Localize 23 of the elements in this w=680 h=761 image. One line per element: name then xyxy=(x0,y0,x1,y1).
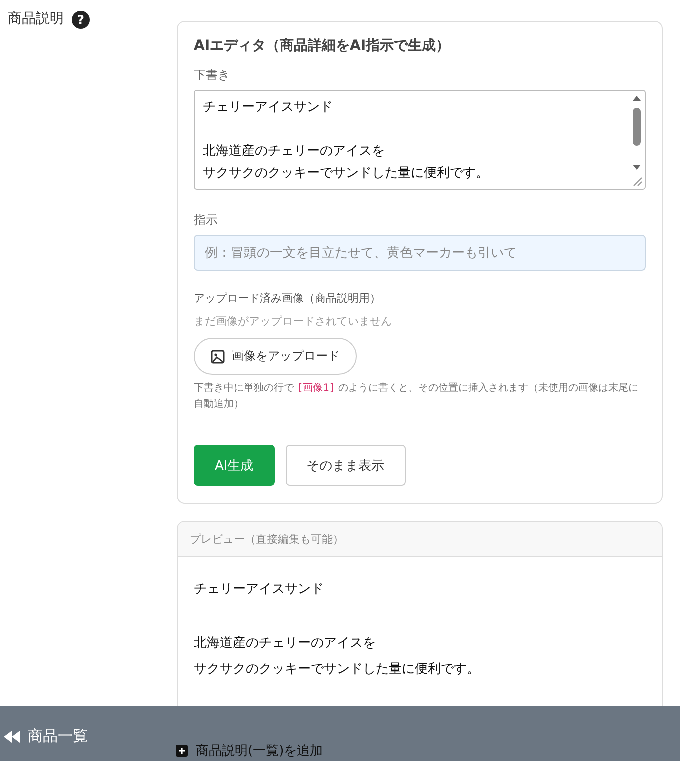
preview-paragraph[interactable]: 北海道産のチェリーのアイスを サクサクのクッキーでサンドした量に便利です。 xyxy=(194,631,646,683)
plus-icon xyxy=(176,745,188,757)
rewind-icon xyxy=(4,730,20,742)
field-label: 商品説明 xyxy=(8,10,64,28)
instruction-label: 指示 xyxy=(194,212,219,229)
draft-paragraph: チェリーアイスサンド xyxy=(203,99,334,117)
instruction-input[interactable]: 例：冒頭の一文を目立たせて、黄色マーカーも引いて xyxy=(194,235,646,271)
upload-button[interactable]: 画像をアップロード xyxy=(194,338,357,375)
preview-paragraph[interactable]: チェリーアイスサンド xyxy=(194,577,646,603)
help-icon[interactable]: ? xyxy=(72,11,90,29)
draft-label: 下書き xyxy=(194,67,231,84)
preview-header: プレビュー（直接編集も可能） xyxy=(178,522,662,557)
draft-textarea[interactable]: チェリーアイスサンド 北海道産のチェリーのアイスを サクサクのクッキーでサンドした量に便利です。 xyxy=(194,90,646,190)
add-link[interactable]: 商品説明(一覧)を追加 xyxy=(176,742,324,760)
uploads-label: アップロード済み画像（商品説明用） xyxy=(194,291,382,306)
show-button[interactable]: そのまま表示 xyxy=(286,445,406,486)
editor-title: AIエディタ（商品詳細をAI指示で生成） xyxy=(194,37,452,55)
draft-paragraph: 北海道産のチェリーのアイスを サクサクのクッキーでサンドした量に便利です。 xyxy=(203,143,490,183)
empty-message: まだ画像がアップロードされていません xyxy=(194,314,393,329)
back-link[interactable]: 商品一覧 xyxy=(4,721,88,746)
hint-text: 下書き中に単独の行で [画像1] のように書くと、その位置に挿入されます（未使用の画像は末尾に自動追加） xyxy=(194,382,640,412)
image-icon xyxy=(211,350,225,364)
image-tag: [画像1] xyxy=(297,383,336,394)
